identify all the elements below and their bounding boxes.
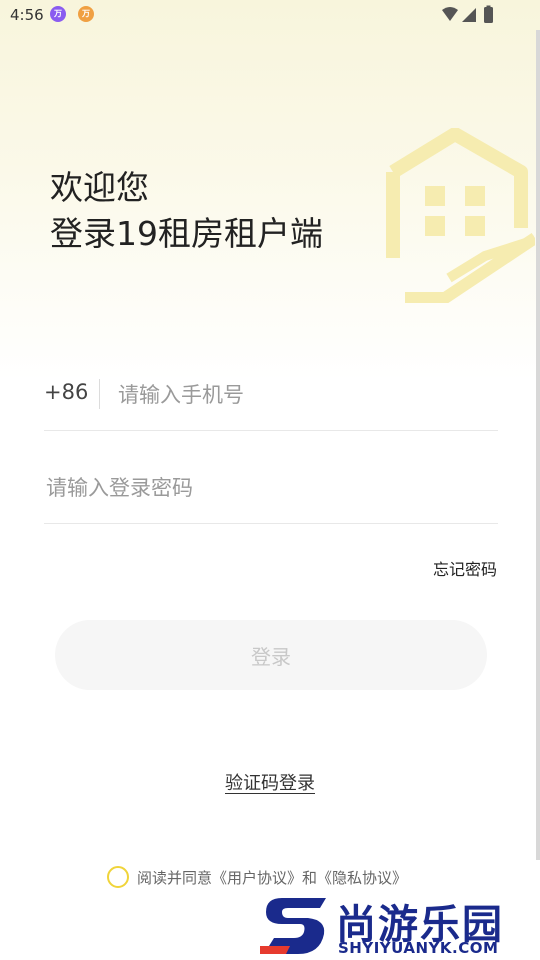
sms-login-link[interactable]: 验证码登录: [225, 773, 315, 794]
phone-input[interactable]: [116, 376, 490, 414]
status-bar: 4:56 万 万: [0, 0, 540, 30]
sms-login-container: 验证码登录: [0, 769, 540, 795]
phone-field-row: +86: [44, 362, 498, 431]
app-notification-icon: 万: [78, 6, 94, 22]
password-field-row: [44, 456, 498, 524]
password-input[interactable]: [44, 469, 488, 507]
login-button[interactable]: 登录: [55, 620, 487, 690]
watermark-url: SHYIYUANYK.COM: [338, 939, 499, 957]
scroll-indicator: [536, 30, 540, 860]
battery-icon: [484, 7, 493, 23]
agreement-text[interactable]: 阅读并同意《用户协议》和《隐私协议》: [137, 867, 407, 888]
welcome-heading: 欢迎您 登录19租房租户端: [50, 165, 323, 257]
house-illustration-icon: [386, 128, 535, 303]
agreement-checkbox[interactable]: [107, 866, 129, 888]
status-time: 4:56: [10, 6, 44, 24]
welcome-line-1: 欢迎您: [50, 168, 149, 207]
welcome-line-2: 登录19租房租户端: [50, 214, 323, 253]
forgot-password-link[interactable]: 忘记密码: [433, 556, 497, 580]
country-code[interactable]: +86: [44, 380, 88, 404]
app-notification-icon: 万: [50, 6, 66, 22]
divider: [99, 379, 100, 409]
wifi-icon: [442, 7, 458, 21]
status-indicators: [442, 5, 493, 23]
signal-icon: [462, 8, 476, 22]
site-watermark: 尚游乐园 SHYIYUANYK.COM: [260, 892, 540, 960]
watermark-logo-icon: [260, 898, 326, 954]
